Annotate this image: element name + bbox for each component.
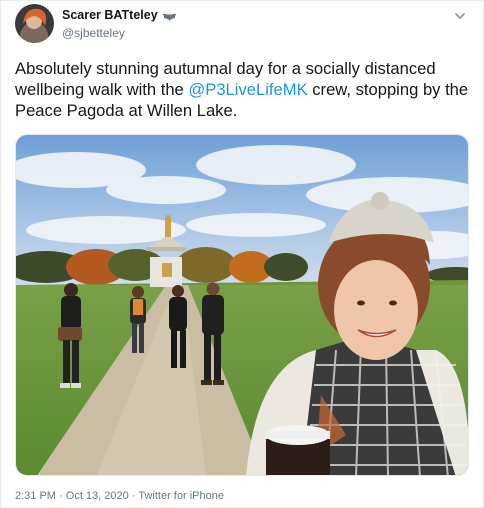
meta-separator: ·	[131, 490, 136, 502]
tweet-card: Scarer BATteley @sjbetteley Absolutely s…	[0, 0, 484, 508]
tweet-photo[interactable]	[15, 134, 469, 476]
tweet-text: Absolutely stunning autumnal day for a s…	[15, 58, 475, 121]
mention-link[interactable]: @P3LiveLifeMK	[188, 80, 307, 99]
bat-emoji-icon	[162, 10, 177, 21]
chevron-down-icon[interactable]	[453, 9, 467, 23]
author-line: Scarer BATteley	[62, 8, 177, 22]
tweet-date[interactable]: Oct 13, 2020	[66, 490, 129, 502]
display-name[interactable]: Scarer BATteley	[62, 8, 158, 22]
user-handle[interactable]: @sjbetteley	[62, 26, 125, 40]
tweet-source[interactable]: Twitter for iPhone	[138, 490, 224, 502]
tweet-time[interactable]: 2:31 PM	[15, 490, 56, 502]
tweet-meta: 2:31 PM · Oct 13, 2020 · Twitter for iPh…	[15, 490, 224, 502]
avatar[interactable]	[15, 4, 54, 43]
meta-separator: ·	[59, 490, 63, 502]
